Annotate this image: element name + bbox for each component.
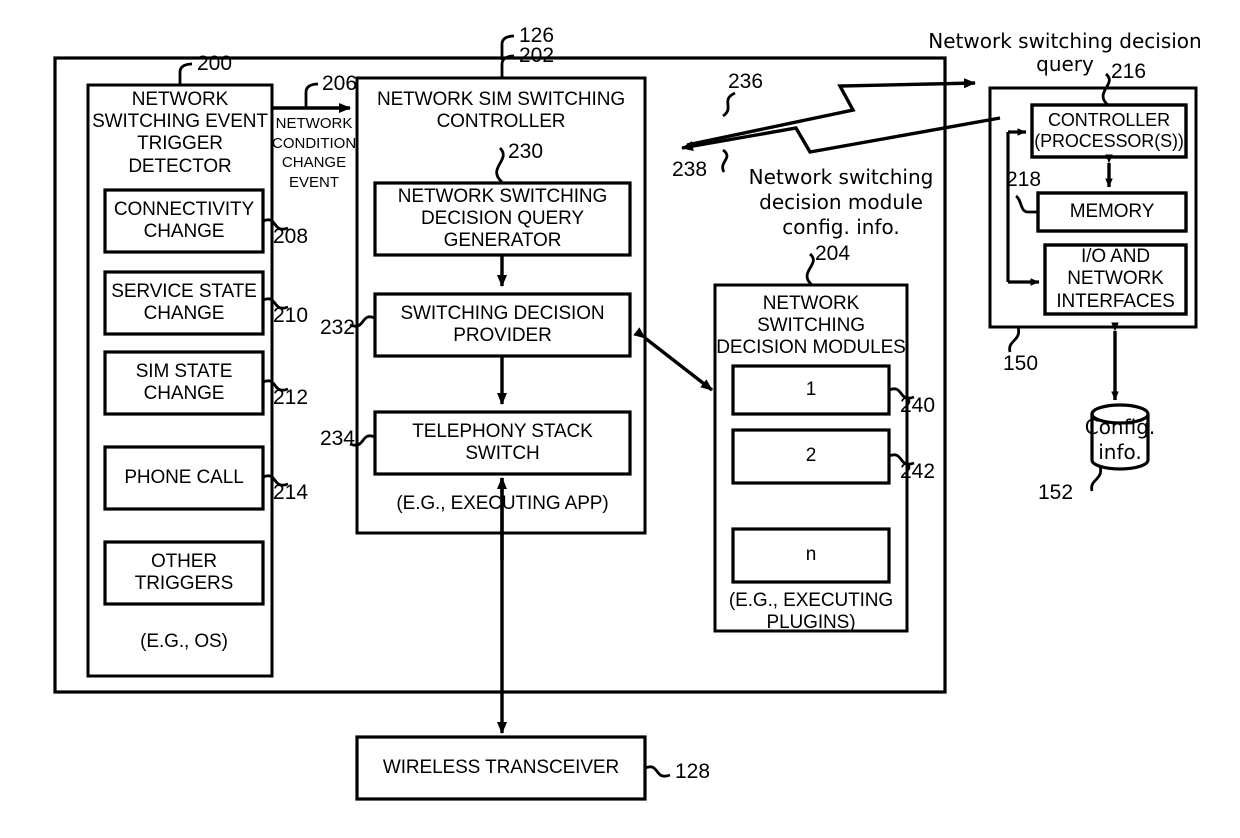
decision-module-label-1: 2	[805, 445, 817, 467]
trigger-detector-footer: (E.G., OS)	[140, 630, 228, 652]
decision-modules-title: NETWORK SWITCHING DECISION MODULES	[716, 293, 906, 359]
ref-214: 214	[273, 481, 309, 504]
sim-switching-controller-footer: (E.G., EXECUTING APP)	[396, 492, 609, 514]
leader-128	[644, 765, 671, 778]
ref-216: 216	[1111, 60, 1147, 83]
ref-230: 230	[508, 140, 544, 163]
server-block-label-1: MEMORY	[1069, 200, 1155, 222]
controller-block-label-2: TELEPHONY STACK SWITCH	[412, 420, 593, 464]
leader-204	[805, 252, 815, 287]
ref-234: 234	[319, 427, 355, 450]
leader-236	[722, 91, 736, 118]
ref-128: 128	[675, 760, 711, 783]
ref-202: 202	[519, 44, 555, 67]
ref-212: 212	[273, 386, 309, 409]
ref-218: 218	[1006, 168, 1042, 191]
ref-208: 208	[273, 225, 309, 248]
trigger-item-label-3: PHONE CALL	[124, 466, 244, 488]
controller-block-label-1: SWITCHING DECISION PROVIDER	[400, 302, 605, 346]
leader-206	[304, 82, 319, 107]
trigger-item-label-2: SIM STATE CHANGE	[135, 360, 233, 404]
wireless-transceiver-label: WIRELESS TRANSCEIVER	[382, 756, 620, 778]
decision-module-label-0: 1	[805, 378, 817, 400]
leader-230	[495, 147, 505, 184]
arrow-provider-modules-bidirectional	[633, 327, 714, 392]
ref-150: 150	[1003, 352, 1039, 375]
server-block-label-0: CONTROLLER (PROCESSOR(S))	[1034, 109, 1184, 151]
ref-242: 242	[900, 460, 936, 483]
decision-module-label-2: n	[805, 544, 817, 566]
link-config-label: Network switching decision module config…	[748, 165, 934, 239]
trigger-detector-title: NETWORK SWITCHING EVENT TRIGGER DETECTOR	[92, 89, 268, 177]
ref-236: 236	[728, 70, 764, 93]
ref-152: 152	[1038, 481, 1074, 504]
trigger-item-label-4: OTHER TRIGGERS	[134, 550, 234, 594]
config-info-label: Config. info.	[1084, 415, 1156, 464]
figure-canvas: 126 200 NETWORK SWITCHING EVENT TRIGGER …	[0, 0, 1240, 838]
sim-switching-controller-title: NETWORK SIM SWITCHING CONTROLLER	[376, 89, 626, 133]
ref-204: 204	[815, 242, 851, 265]
leader-218	[1015, 194, 1038, 214]
trigger-item-label-1: SERVICE STATE CHANGE	[111, 280, 257, 324]
server-block-label-2: I/O AND NETWORK INTERFACES	[1056, 246, 1175, 312]
decision-modules-footer: (E.G., EXECUTING PLUGINS)	[728, 589, 894, 633]
network-condition-change-event-label: NETWORK CONDITION CHANGE EVENT	[272, 115, 357, 191]
ref-238: 238	[672, 158, 708, 181]
leader-150	[1008, 326, 1021, 353]
ref-232: 232	[319, 316, 355, 339]
controller-block-label-0: NETWORK SWITCHING DECISION QUERY GENERAT…	[397, 185, 608, 252]
ref-240: 240	[900, 394, 936, 417]
ref-200: 200	[197, 52, 233, 75]
trigger-item-label-0: CONNECTIVITY CHANGE	[113, 198, 255, 242]
leader-200	[178, 62, 193, 85]
